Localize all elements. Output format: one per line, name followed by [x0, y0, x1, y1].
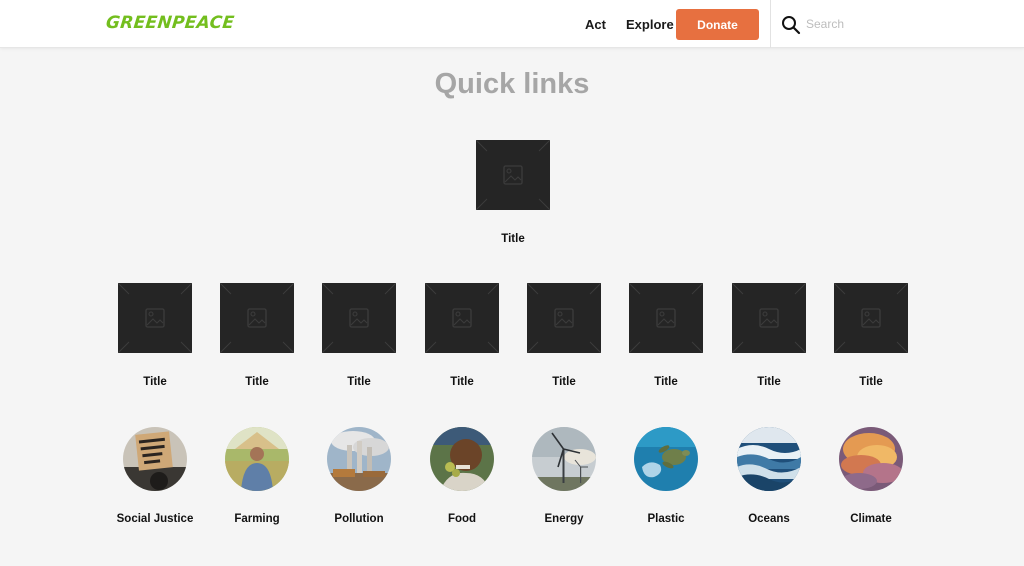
nav-explore-link[interactable]: Explore — [626, 17, 674, 32]
category-label: Pollution — [334, 513, 384, 525]
category-pollution[interactable]: Pollution — [304, 427, 414, 525]
category-label: Oceans — [748, 513, 790, 525]
image-placeholder — [629, 283, 703, 353]
category-plastic[interactable]: Plastic — [611, 427, 721, 525]
quick-link-tile[interactable]: Title — [618, 283, 714, 388]
category-food[interactable]: Food — [407, 427, 517, 525]
image-placeholder-icon — [118, 283, 192, 353]
category-label: Energy — [544, 513, 584, 525]
quick-link-tile[interactable]: Title — [311, 283, 407, 388]
featured-quick-link[interactable]: Title — [465, 140, 561, 245]
image-placeholder — [220, 283, 294, 353]
tile-title: Title — [654, 376, 678, 388]
tile-title: Title — [143, 376, 167, 388]
image-placeholder — [476, 140, 550, 210]
smokestacks-image — [327, 427, 391, 491]
category-climate[interactable]: Climate — [816, 427, 926, 525]
site-header: GREENPEACE Act Explore Donate — [0, 0, 1024, 48]
image-placeholder — [527, 283, 601, 353]
image-placeholder-icon — [322, 283, 396, 353]
tile-title: Title — [859, 376, 883, 388]
greenpeace-logo[interactable]: GREENPEACE — [105, 13, 235, 33]
page-title: Quick links — [434, 68, 590, 100]
image-placeholder-icon — [527, 283, 601, 353]
quick-link-tile[interactable]: Title — [721, 283, 817, 388]
quick-link-tile[interactable]: Title — [107, 283, 203, 388]
tile-title: Title — [501, 233, 525, 245]
quick-link-tile[interactable]: Title — [209, 283, 305, 388]
ocean-waves-image — [737, 427, 801, 491]
category-farming[interactable]: Farming — [202, 427, 312, 525]
search-input[interactable] — [806, 14, 1006, 34]
tile-title: Title — [552, 376, 576, 388]
image-placeholder — [834, 283, 908, 353]
quick-link-tile[interactable]: Title — [516, 283, 612, 388]
person-eating-image — [430, 427, 494, 491]
category-oceans[interactable]: Oceans — [714, 427, 824, 525]
image-placeholder — [425, 283, 499, 353]
image-placeholder-icon — [834, 283, 908, 353]
wind-turbines-image — [532, 427, 596, 491]
category-label: Social Justice — [116, 513, 194, 525]
tile-title: Title — [347, 376, 371, 388]
search-icon[interactable] — [781, 15, 801, 35]
category-label: Farming — [234, 513, 280, 525]
tile-title: Title — [757, 376, 781, 388]
category-energy[interactable]: Energy — [509, 427, 619, 525]
tile-title: Title — [450, 376, 474, 388]
turtle-plastic-image — [634, 427, 698, 491]
image-placeholder-icon — [476, 140, 550, 210]
image-placeholder-icon — [425, 283, 499, 353]
donate-button[interactable]: Donate — [676, 9, 759, 40]
tile-title: Title — [245, 376, 269, 388]
protest-sign-image — [123, 427, 187, 491]
image-placeholder-icon — [220, 283, 294, 353]
category-label: Food — [447, 513, 477, 525]
fiery-clouds-image — [839, 427, 903, 491]
header-divider — [770, 0, 771, 48]
category-label: Climate — [850, 513, 892, 525]
image-placeholder — [322, 283, 396, 353]
category-social-justice[interactable]: Social Justice — [100, 427, 210, 525]
quick-link-tile[interactable]: Title — [823, 283, 919, 388]
nav-act-link[interactable]: Act — [585, 17, 606, 32]
image-placeholder-icon — [732, 283, 806, 353]
farmer-image — [225, 427, 289, 491]
quick-link-tile[interactable]: Title — [414, 283, 510, 388]
image-placeholder — [732, 283, 806, 353]
category-label: Plastic — [647, 513, 685, 525]
image-placeholder — [118, 283, 192, 353]
image-placeholder-icon — [629, 283, 703, 353]
